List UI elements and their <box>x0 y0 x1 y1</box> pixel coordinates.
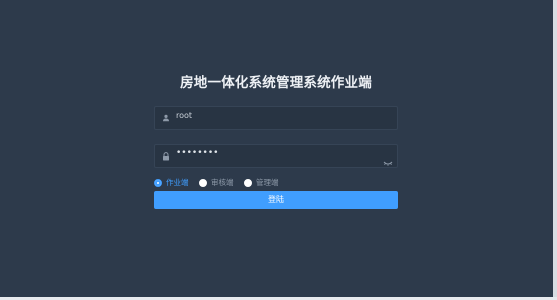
role-radio-admin[interactable]: 管理端 <box>244 177 279 188</box>
window-edge-right <box>553 0 557 300</box>
user-icon <box>161 113 171 123</box>
password-field[interactable]: •••••••• <box>154 144 398 168</box>
role-radio-worker[interactable]: 作业端 <box>154 177 189 188</box>
login-form: 房地一体化系统管理系统作业端 root •••••••• 作业端 审核端 管理端… <box>154 0 398 300</box>
username-value[interactable]: root <box>176 111 192 120</box>
login-button[interactable]: 登陆 <box>154 191 398 209</box>
role-radio-reviewer[interactable]: 审核端 <box>199 177 234 188</box>
role-radio-group: 作业端 审核端 管理端 <box>154 177 398 189</box>
role-label: 审核端 <box>211 178 234 187</box>
radio-checked-icon[interactable] <box>154 178 162 187</box>
radio-unchecked-icon[interactable] <box>244 178 252 187</box>
role-label: 作业端 <box>166 178 189 187</box>
page-title: 房地一体化系统管理系统作业端 <box>180 75 372 91</box>
eye-icon[interactable] <box>383 152 393 166</box>
username-field[interactable]: root <box>154 106 398 130</box>
password-value[interactable]: •••••••• <box>176 148 218 158</box>
role-label: 管理端 <box>256 178 279 187</box>
lock-icon <box>161 151 171 161</box>
radio-unchecked-icon[interactable] <box>199 178 207 187</box>
